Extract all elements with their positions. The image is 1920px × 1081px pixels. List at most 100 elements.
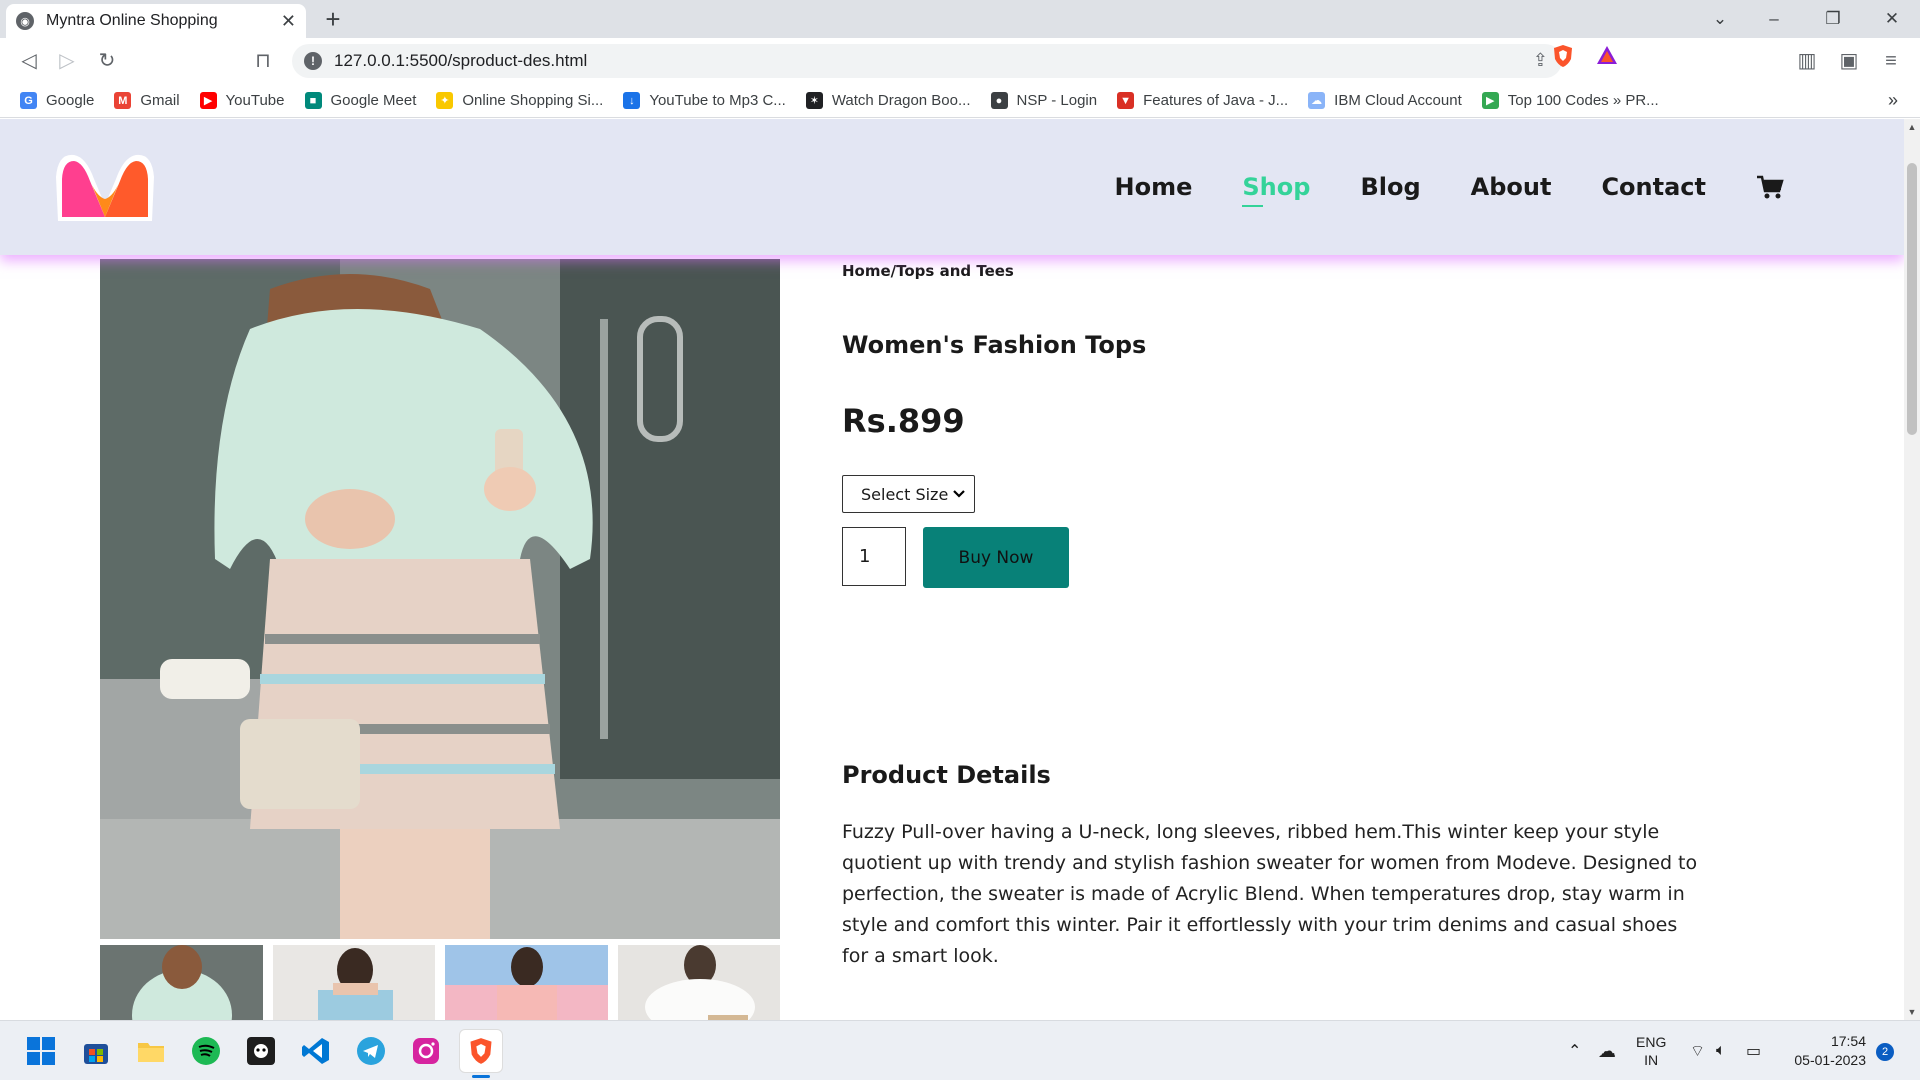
product-thumbnail[interactable] [100,945,263,1020]
bookmark-label: Google [46,92,95,109]
globe-icon: ● [990,92,1008,109]
bookmark-icon[interactable]: ⊓ [248,46,278,76]
tab-search-icon[interactable]: ⌄ [1692,0,1748,38]
windows-start-icon[interactable] [24,1034,58,1068]
product-thumbnail[interactable] [272,945,435,1020]
gmail-icon: M [114,92,132,109]
nav-home[interactable]: Home [1115,173,1193,201]
bookmark-item[interactable]: M Gmail [114,92,180,109]
youtube-icon: ▶ [199,92,217,109]
address-bar[interactable]: ! 127.0.0.1:5500/sproduct-des.html ⇪ [292,44,1562,78]
bookmark-label: NSP - Login [1016,92,1098,109]
tab-title: Myntra Online Shopping [46,12,218,29]
battery-icon[interactable]: ▭ [1746,1021,1761,1081]
bookmark-label: YouTube [225,92,285,109]
telegram-icon[interactable] [354,1034,388,1068]
bookmark-item[interactable]: ▶ Top 100 Codes » PR... [1481,92,1659,109]
myntra-logo[interactable] [52,147,158,225]
buy-now-button[interactable]: Buy Now [923,527,1069,588]
bookmark-item[interactable]: ● NSP - Login [990,92,1098,109]
nav-blog[interactable]: Blog [1360,173,1420,201]
browser-tab-strip: ◉ Myntra Online Shopping ✕ + ⌄ – ❐ ✕ [0,0,1920,38]
onedrive-icon[interactable]: ☁ [1598,1021,1616,1081]
instagram-icon[interactable] [409,1034,443,1068]
bookmark-item[interactable]: ✶ Watch Dragon Boo... [805,92,971,109]
show-hidden-icons[interactable]: ⌃ [1568,1021,1581,1081]
region-label: IN [1644,1052,1659,1068]
bookmark-item[interactable]: ▼ Features of Java - J... [1117,92,1288,109]
star-burst-icon: ✶ [805,92,823,109]
shopping-icon: ✦ [436,92,454,109]
product-thumbnail[interactable] [617,945,780,1020]
cart-icon[interactable] [1756,174,1784,200]
vscode-icon[interactable] [299,1034,333,1068]
forward-button[interactable]: ▷ [52,46,82,76]
language-indicator[interactable]: ENG IN [1636,1021,1666,1081]
size-select-value: Select Size [861,484,949,504]
new-tab-button[interactable]: + [318,4,348,34]
wallet-icon[interactable]: ▣ [1834,46,1864,76]
brave-rewards-icon[interactable] [1592,44,1622,74]
bookmark-item[interactable]: ☁ IBM Cloud Account [1308,92,1462,109]
bookmark-label: Top 100 Codes » PR... [1507,92,1659,109]
wifi-icon[interactable]: ⌔ [1690,1021,1705,1081]
minimize-button[interactable]: – [1746,0,1802,38]
product-description: Fuzzy Pull-over having a U-neck, long sl… [842,821,1698,967]
back-button[interactable]: ◁ [14,46,44,76]
scrollbar-thumb[interactable] [1907,163,1917,435]
browser-tab[interactable]: ◉ Myntra Online Shopping ✕ [6,4,306,38]
bookmark-item[interactable]: ↓ YouTube to Mp3 C... [623,92,786,109]
product-title: Women's Fashion Tops [842,331,1147,359]
volume-icon[interactable]: 🔈︎ [1716,1021,1726,1081]
game-icon[interactable] [244,1034,278,1068]
sidebar-icon[interactable]: ▥ [1792,46,1822,76]
breadcrumb[interactable]: Home/Tops and Tees [842,262,1014,280]
language-label: ENG [1636,1034,1667,1050]
play-icon: ▶ [1481,92,1499,109]
product-thumbnail[interactable] [445,945,608,1020]
bookmark-item[interactable]: ✦ Online Shopping Si... [436,92,603,109]
bookmark-item[interactable]: ■ Google Meet [304,92,416,109]
clock-date: 05-01-2023 [1794,1052,1866,1068]
product-details-heading: Product Details [842,761,1051,789]
brave-shield-icon[interactable] [1548,44,1578,74]
info-icon[interactable]: ! [304,52,322,70]
close-window-button[interactable]: ✕ [1864,0,1920,38]
product-main-image [100,259,780,939]
bookmark-item[interactable]: G Google [20,92,94,109]
java-icon: ▼ [1117,92,1135,109]
bookmark-label: Online Shopping Si... [462,92,604,109]
brave-browser-icon[interactable] [459,1029,503,1073]
chevron-down-icon [953,490,965,498]
nav-about[interactable]: About [1471,173,1552,201]
main-nav: Home Shop Blog About Contact [1065,119,1784,255]
menu-icon[interactable]: ≡ [1876,46,1906,76]
bookmark-item[interactable]: ▶ YouTube [199,92,285,109]
page-scrollbar[interactable]: ▲ ▼ [1904,119,1920,1020]
scroll-down-icon[interactable]: ▼ [1904,1004,1920,1020]
share-icon[interactable]: ⇪ [1533,50,1548,71]
clock-time: 17:54 [1830,1033,1866,1049]
bookmark-label: IBM Cloud Account [1334,92,1462,109]
nav-shop[interactable]: Shop [1242,173,1310,207]
maximize-button[interactable]: ❐ [1805,0,1861,38]
nav-contact[interactable]: Contact [1601,173,1706,201]
more-bookmarks-icon[interactable]: » [1888,90,1898,111]
cloud-icon: ☁ [1308,92,1326,109]
file-explorer-icon[interactable] [134,1034,168,1068]
reload-button[interactable]: ↻ [92,46,122,76]
active-app-indicator [472,1075,490,1078]
product-price: Rs.899 [842,402,965,440]
notification-badge[interactable]: 2 [1876,1043,1894,1061]
spotify-icon[interactable] [189,1034,223,1068]
store-icon[interactable] [79,1034,113,1068]
size-select[interactable]: Select Size [842,475,975,513]
thumbnail-row [100,945,780,1020]
download-icon: ↓ [623,92,641,109]
quantity-input[interactable]: 1 [842,527,906,586]
clock[interactable]: 17:54 05-01-2023 [1790,1021,1866,1081]
taskbar: ⌃ ☁ ENG IN ⌔ 🔈︎ ▭ 17:54 05-01-2023 2 [0,1020,1920,1080]
scroll-up-icon[interactable]: ▲ [1904,119,1920,135]
bookmarks-bar: G Google M Gmail ▶ YouTube ■ Google Meet ✦ On… [0,84,1920,118]
close-tab-icon[interactable]: ✕ [281,11,296,32]
